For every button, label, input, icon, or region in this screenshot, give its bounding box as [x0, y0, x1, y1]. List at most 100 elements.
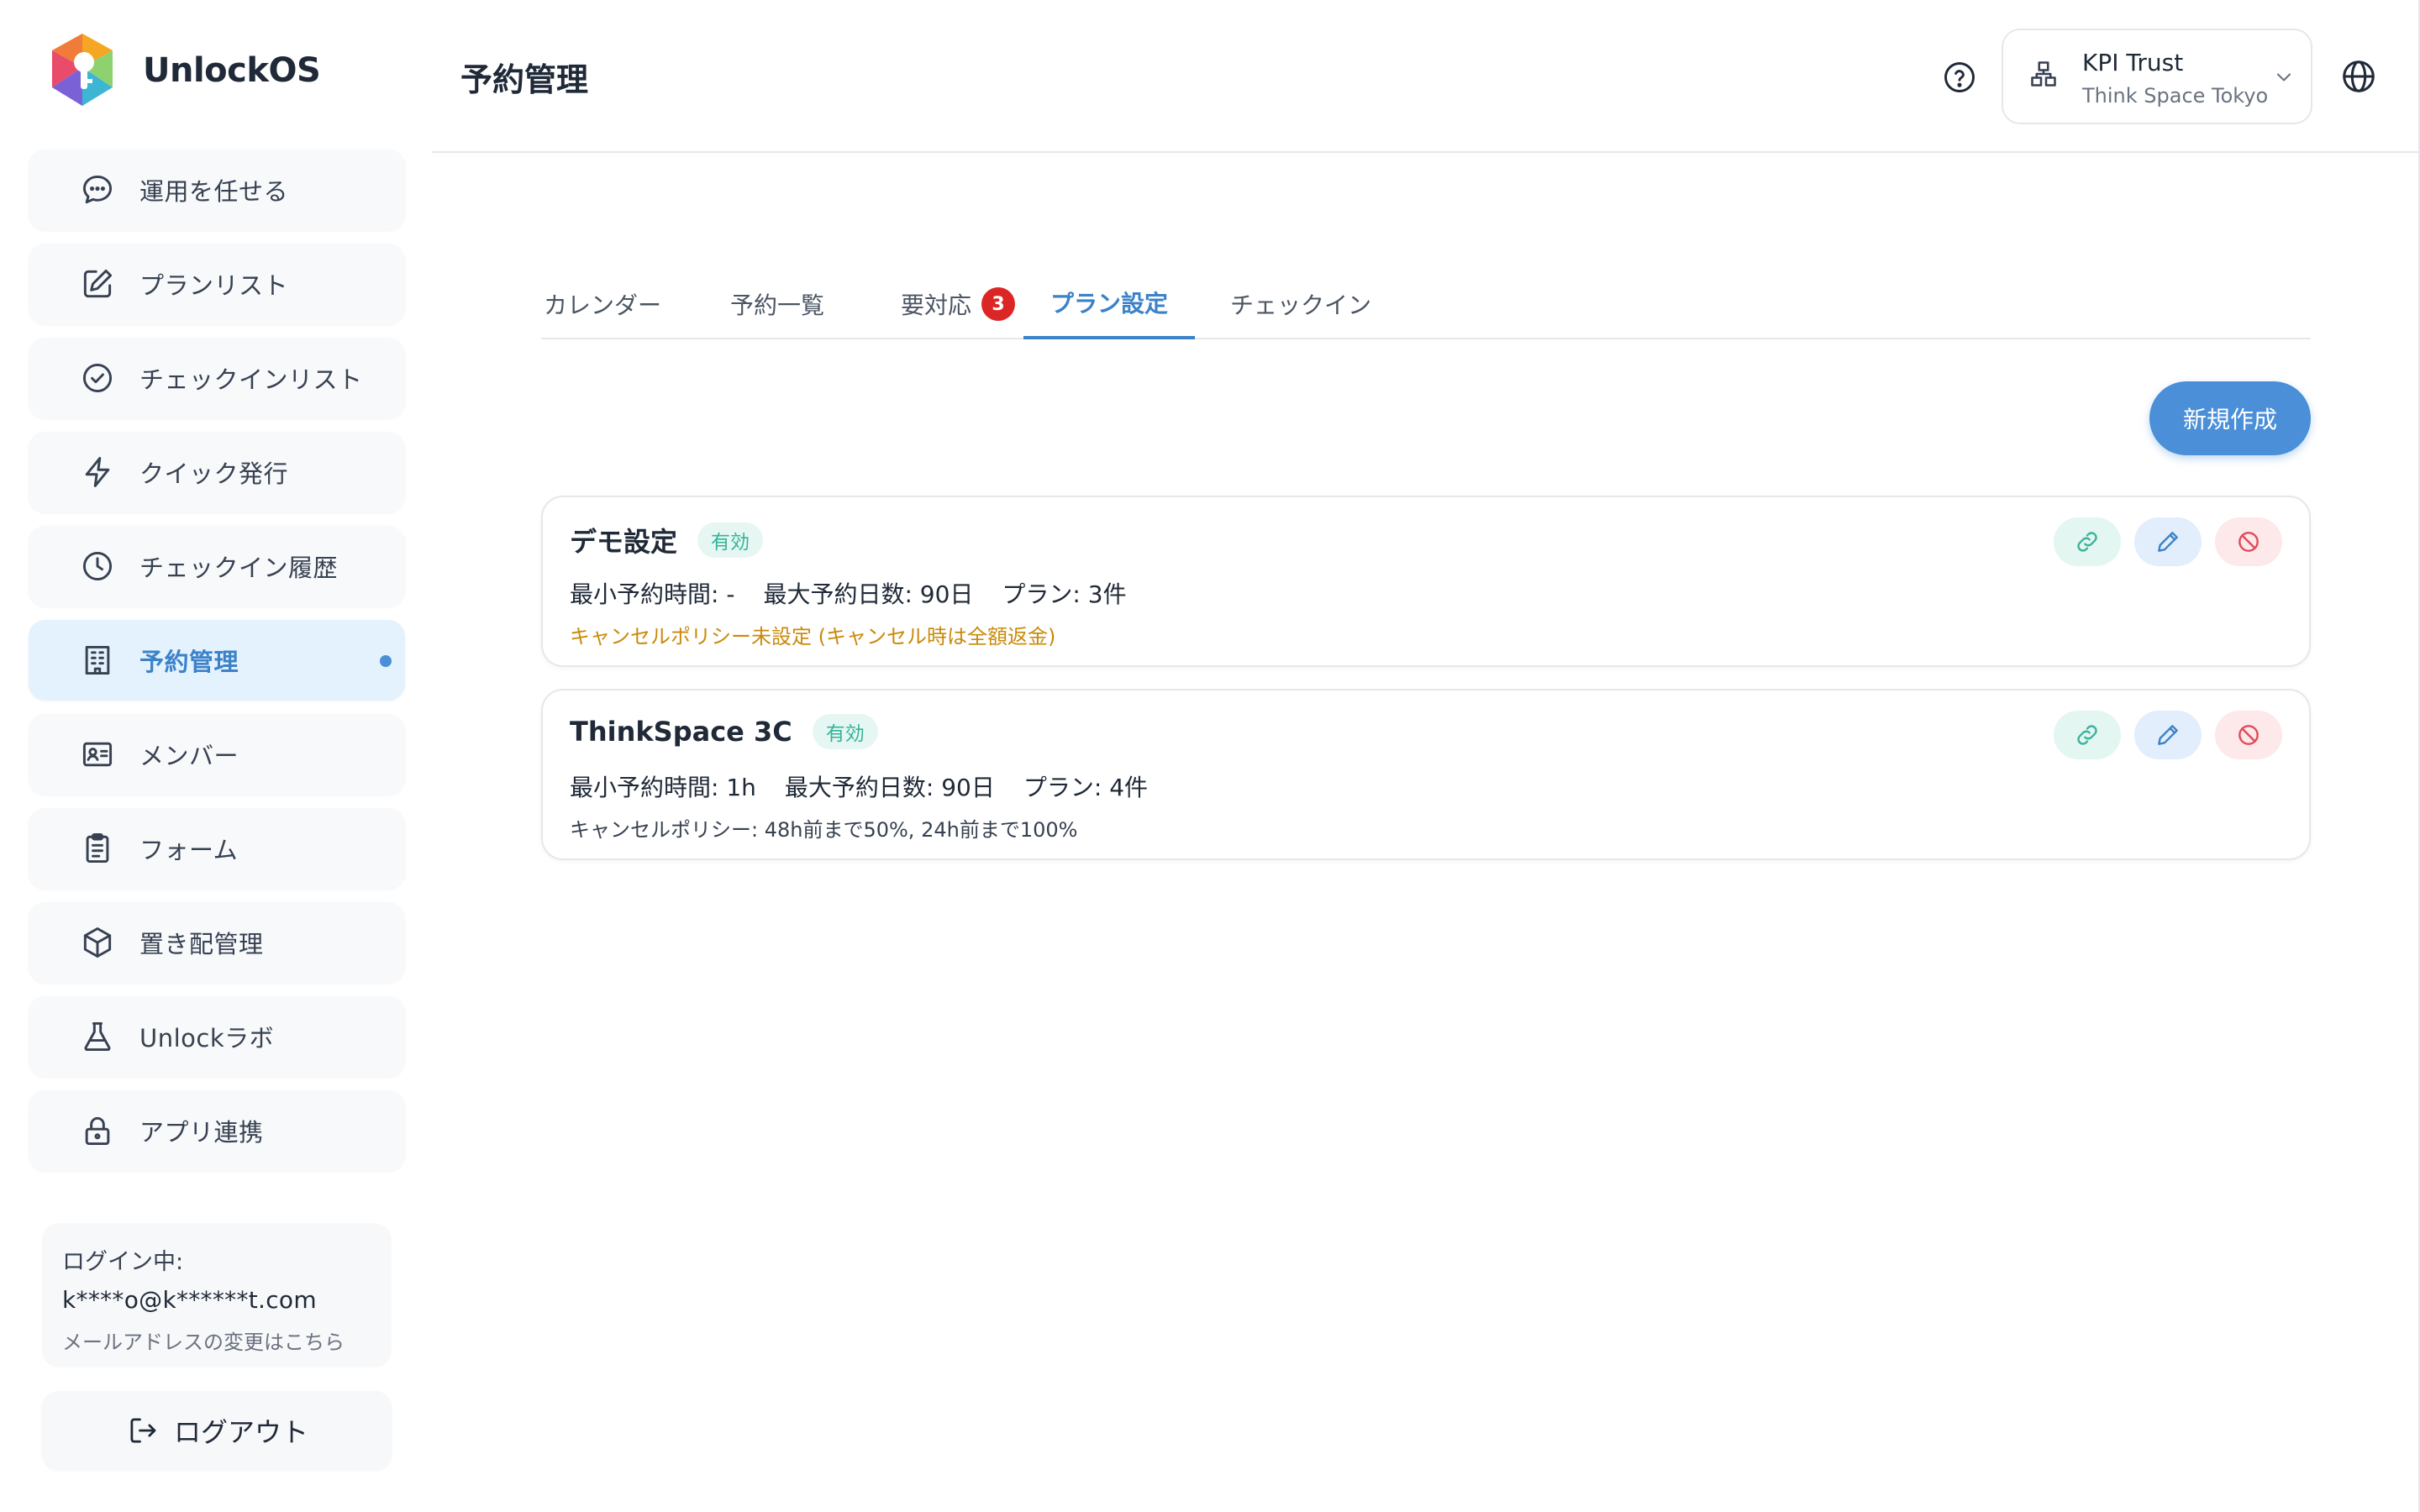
active-indicator-dot [380, 655, 392, 667]
status-badge: 有効 [697, 522, 764, 558]
max-reservation-days: 最大予約日数: 90日 [784, 774, 995, 801]
sidebar-nav: 運用を任せる プランリスト チェックインリスト クイック発行 チェックイン履歴 … [29, 150, 405, 1184]
org-location: Think Space Tokyo [2082, 84, 2269, 108]
sidebar-item-delivery-management[interactable]: 置き配管理 [29, 902, 405, 983]
login-info: ログイン中: k****o@k******t.com メールアドレスの変更はこち… [42, 1223, 392, 1368]
edit-button[interactable] [2134, 711, 2202, 759]
org-name: KPI Trust [2082, 49, 2184, 76]
id-card-icon [79, 736, 116, 773]
plan-meta: 最小予約時間: 1h 最大予約日数: 90日 プラン: 4件 [570, 769, 1176, 803]
sidebar-item-label: チェックインリスト [139, 365, 363, 394]
building-icon [79, 642, 116, 679]
edit-square-icon [79, 265, 116, 302]
plan-header: ThinkSpace 3C 有効 [570, 714, 878, 749]
sidebar-item-label: 運用を任せる [139, 177, 289, 206]
action-required-count-badge: 3 [981, 287, 1015, 321]
chat-bubble-icon [79, 171, 116, 208]
sidebar-item-unlock-lab[interactable]: Unlockラボ [29, 996, 405, 1077]
min-reservation-time: 最小予約時間: - [570, 580, 735, 608]
login-email: k****o@k******t.com [62, 1286, 317, 1314]
plan-header: デモ設定 有効 [570, 521, 764, 559]
lightning-icon [79, 454, 116, 491]
disable-button[interactable] [2215, 711, 2282, 759]
sidebar-item-checkin-history[interactable]: チェックイン履歴 [29, 526, 405, 606]
edit-button[interactable] [2134, 517, 2202, 566]
sidebar-item-delegate-operations[interactable]: 運用を任せる [29, 150, 405, 230]
status-badge: 有効 [812, 714, 878, 749]
plan-card: デモ設定 有効 最小予約時間: - 最大予約日数: 90日 プラン: 3件 キャ… [541, 496, 2311, 667]
sidebar-item-label: プランリスト [139, 271, 289, 300]
tab-reservation-list[interactable]: 予約一覧 [719, 269, 835, 339]
tab-label: カレンダー [543, 291, 661, 319]
tab-label: プラン設定 [1050, 290, 1168, 318]
plan-count: プラン: 4件 [1023, 774, 1149, 801]
check-circle-icon [79, 360, 116, 396]
help-icon[interactable] [1941, 59, 1978, 96]
copy-link-button[interactable] [2054, 517, 2121, 566]
reservation-tabs: カレンダー 予約一覧 要対応 3 プラン設定 チェックイン [541, 269, 2311, 339]
sidebar-item-label: フォーム [139, 836, 239, 864]
cancel-policy: キャンセルポリシー: 48h前まで50%, 24h前まで100% [570, 818, 1078, 842]
package-icon [79, 924, 116, 961]
login-label: ログイン中: [62, 1249, 184, 1275]
chevron-down-icon [2276, 73, 2291, 81]
prohibit-icon [2238, 725, 2259, 745]
sidebar-item-label: チェックイン履歴 [139, 554, 339, 582]
flask-icon [79, 1018, 116, 1055]
pencil-icon [2158, 725, 2178, 745]
sidebar-item-label: クイック発行 [139, 459, 289, 488]
sidebar-item-forms[interactable]: フォーム [29, 808, 405, 889]
tab-label: チェックイン [1229, 291, 1371, 319]
pencil-icon [2158, 532, 2178, 552]
tab-calendar[interactable]: カレンダー [541, 269, 664, 339]
app-window: UnlockOS 運用を任せる プランリスト チェックインリスト クイック発行 … [0, 0, 2420, 1512]
tab-checkin[interactable]: チェックイン [1222, 269, 1380, 339]
prohibit-icon [2238, 532, 2259, 552]
change-email-link[interactable]: メールアドレスの変更はこちら [62, 1326, 371, 1355]
org-hierarchy-icon [2031, 61, 2056, 87]
min-reservation-time: 最小予約時間: 1h [570, 774, 756, 801]
sidebar-item-quick-issue[interactable]: クイック発行 [29, 432, 405, 512]
plan-name: デモ設定 [570, 526, 678, 558]
plan-actions [2040, 711, 2282, 759]
brand-name: UnlockOS [143, 51, 321, 90]
tab-label: 予約一覧 [729, 291, 824, 319]
top-header: 予約管理 KPI Trust Think Space Tokyo [432, 0, 2420, 153]
plan-actions [2040, 517, 2282, 566]
tab-plan-settings[interactable]: プラン設定 [1023, 269, 1195, 339]
sidebar-item-label: 置き配管理 [139, 930, 264, 958]
copy-link-button[interactable] [2054, 711, 2121, 759]
plan-count: プラン: 3件 [1002, 580, 1127, 608]
organization-switcher[interactable]: KPI Trust Think Space Tokyo [2002, 29, 2312, 124]
plan-meta: 最小予約時間: - 最大予約日数: 90日 プラン: 3件 [570, 576, 1155, 610]
clipboard-icon [79, 830, 116, 867]
logout-icon [130, 1418, 156, 1443]
clock-icon [79, 548, 116, 585]
sidebar-item-label: メンバー [139, 742, 239, 770]
sidebar-item-checkin-list[interactable]: チェックインリスト [29, 338, 405, 418]
lock-icon [79, 1112, 116, 1149]
page-title: 予約管理 [460, 61, 589, 98]
unlockos-logo-icon [52, 34, 113, 106]
sidebar-item-plan-list[interactable]: プランリスト [29, 244, 405, 324]
link-icon [2077, 532, 2097, 552]
sidebar-item-label: 予約管理 [139, 648, 239, 676]
sidebar: UnlockOS 運用を任せる プランリスト チェックインリスト クイック発行 … [0, 0, 432, 1512]
brand[interactable]: UnlockOS [47, 30, 321, 111]
max-reservation-days: 最大予約日数: 90日 [763, 580, 974, 608]
plan-card: ThinkSpace 3C 有効 最小予約時間: 1h 最大予約日数: 90日 … [541, 689, 2311, 860]
disable-button[interactable] [2215, 517, 2282, 566]
plan-name: ThinkSpace 3C [570, 716, 792, 748]
tab-action-required[interactable]: 要対応 3 [882, 269, 1034, 339]
sidebar-item-members[interactable]: メンバー [29, 714, 405, 795]
logout-label: ログアウト [173, 1416, 308, 1448]
sidebar-item-app-integration[interactable]: アプリ連携 [29, 1090, 405, 1171]
link-icon [2077, 725, 2097, 745]
sidebar-item-reservation-management[interactable]: 予約管理 [29, 620, 405, 701]
sidebar-item-label: Unlockラボ [139, 1024, 275, 1053]
create-new-button[interactable]: 新規作成 [2149, 381, 2311, 455]
globe-icon[interactable] [2339, 57, 2378, 96]
logout-button[interactable]: ログアウト [42, 1391, 392, 1470]
tab-label: 要対応 [900, 291, 971, 319]
cancel-policy: キャンセルポリシー未設定 (キャンセル時は全額返金) [570, 625, 1056, 648]
